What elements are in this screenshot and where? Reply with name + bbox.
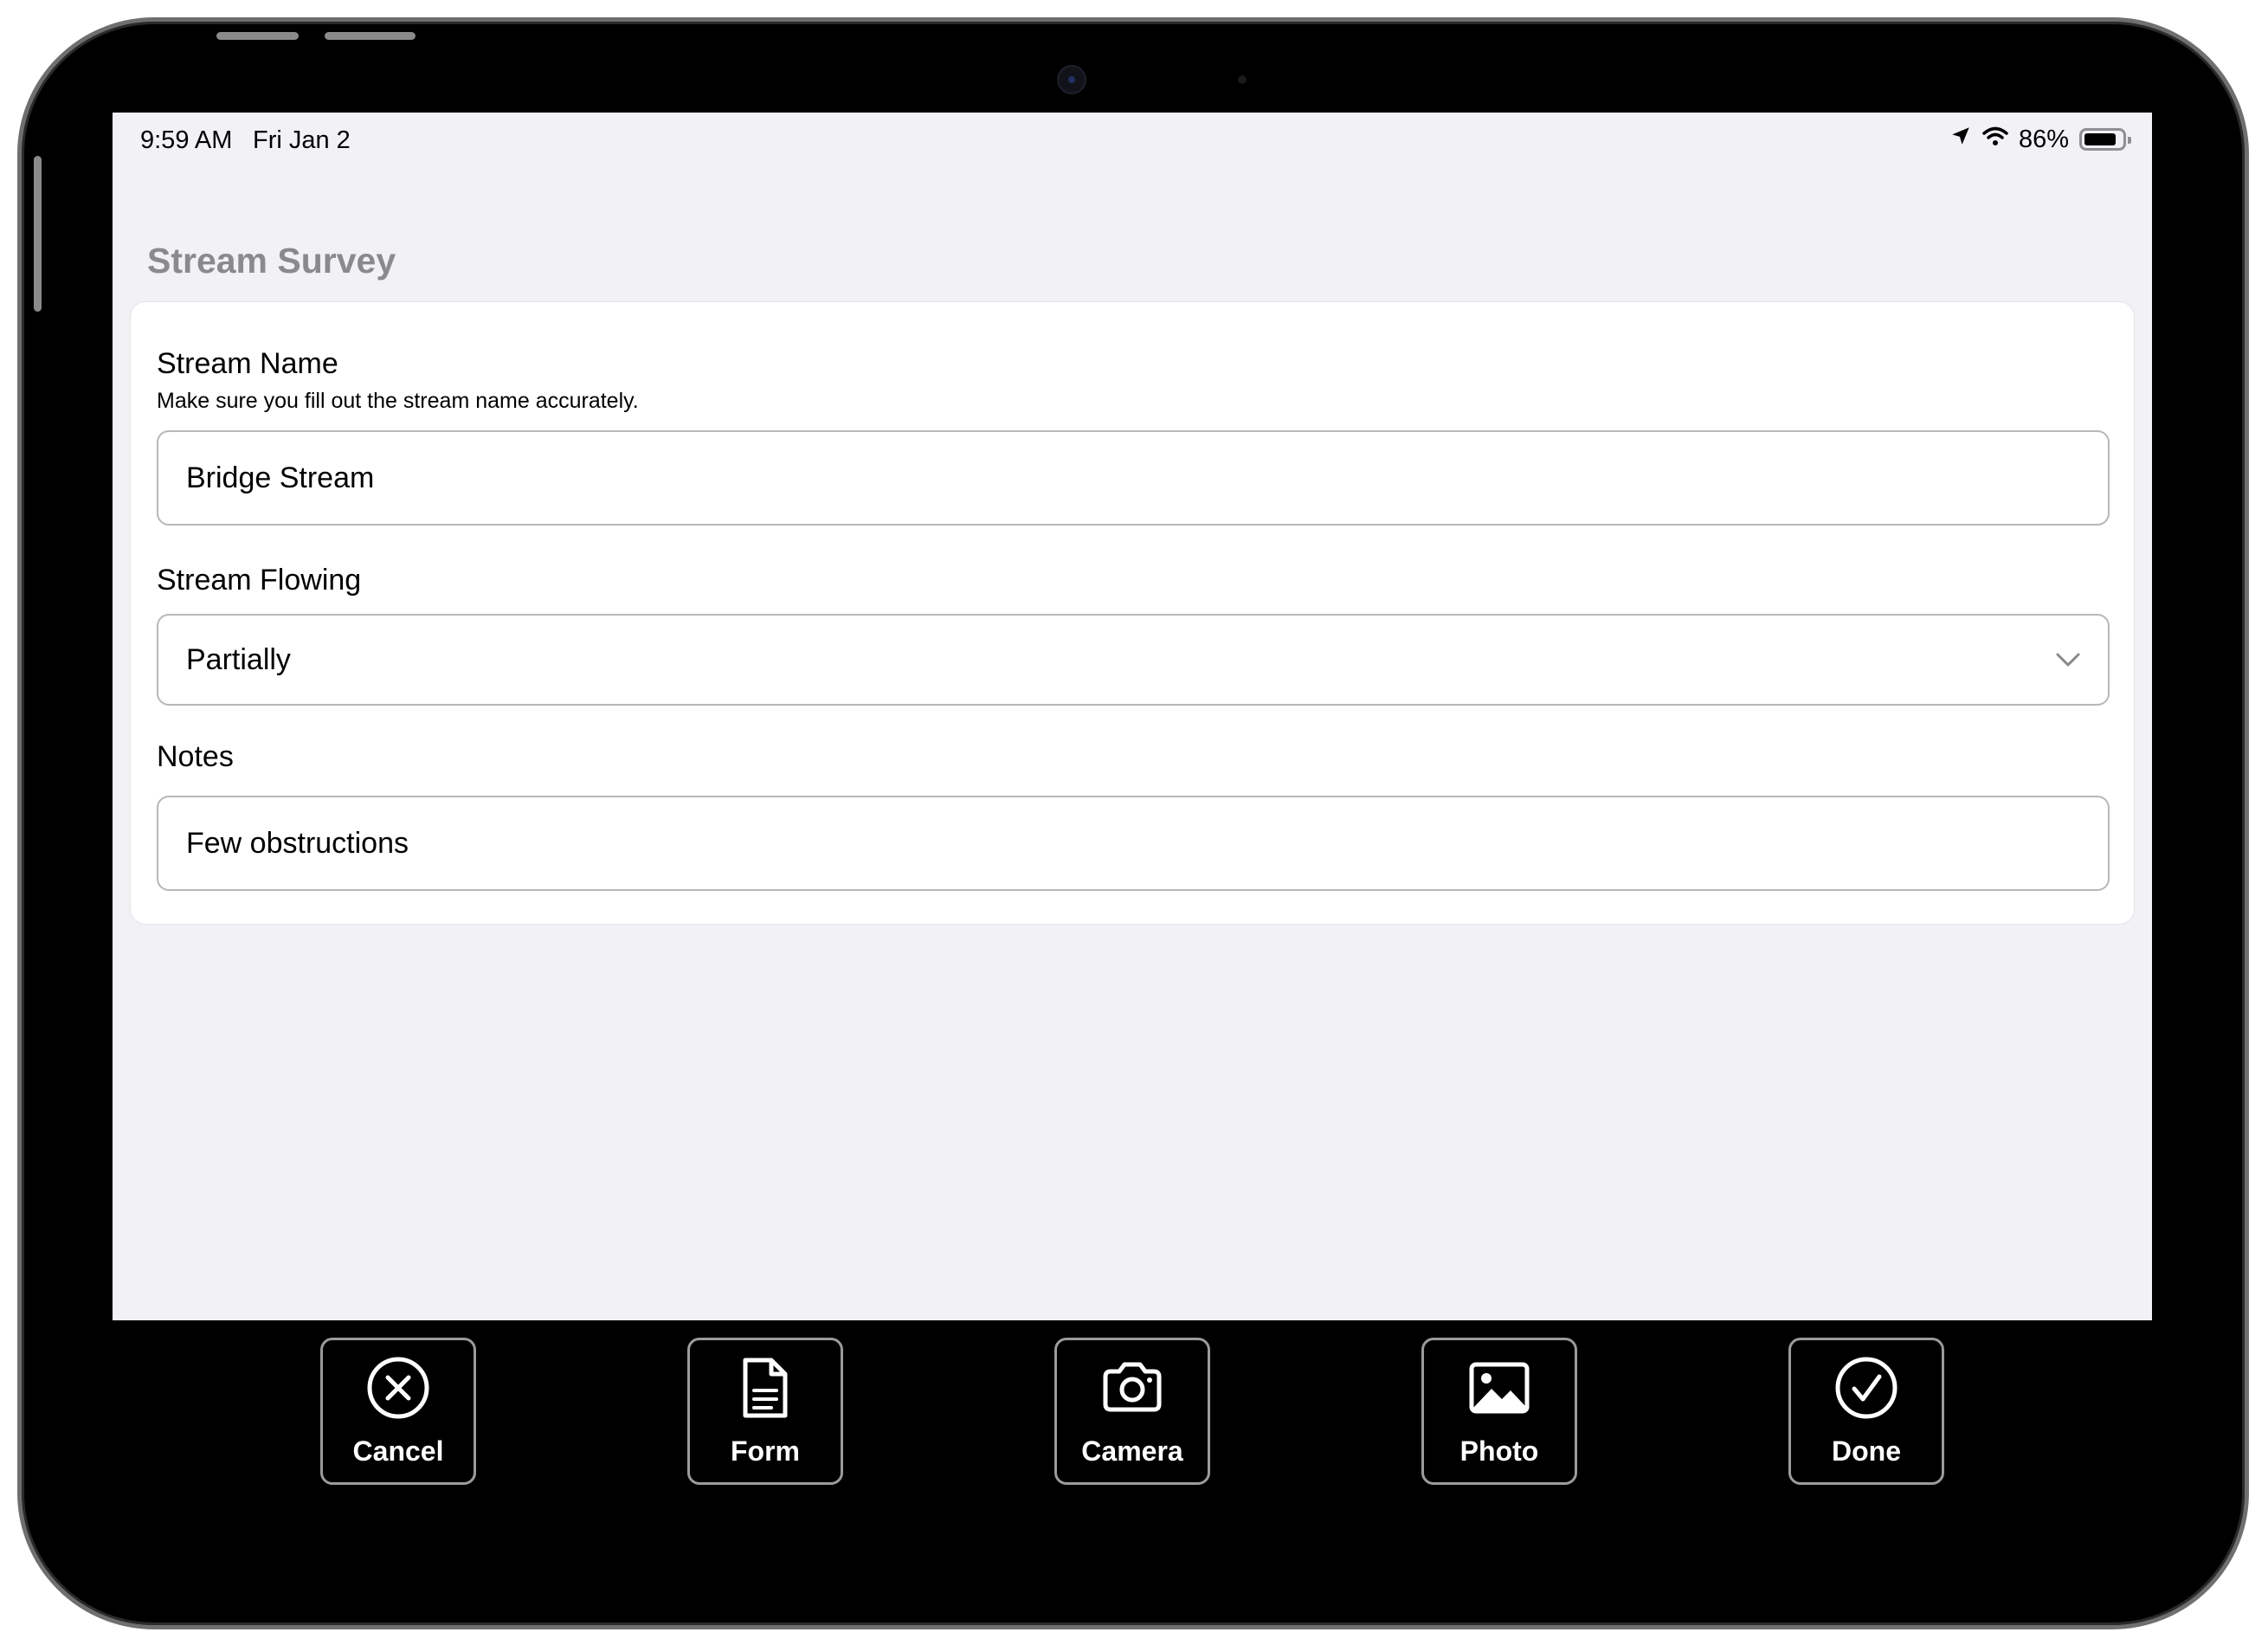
x-circle-icon [367,1357,429,1419]
photo-label: Photo [1459,1435,1539,1467]
wifi-icon [1982,126,2008,154]
stream-name-value: Bridge Stream [186,461,375,494]
camera-icon [1103,1362,1162,1412]
cancel-button[interactable]: Cancel [320,1338,476,1485]
stream-name-input[interactable]: Bridge Stream [157,430,2110,526]
form-label: Form [731,1435,800,1467]
done-button[interactable]: Done [1788,1338,1944,1485]
photo-icon [1469,1362,1530,1414]
form-button[interactable]: Form [687,1338,843,1485]
cancel-label: Cancel [352,1435,444,1467]
battery-fill [2084,133,2117,145]
notes-label: Notes [157,740,234,773]
done-label: Done [1832,1435,1901,1467]
status-date: Fri Jan 2 [253,126,351,154]
camera-label: Camera [1081,1435,1183,1467]
stream-flowing-select[interactable]: Partially [157,614,2110,706]
chevron-down-icon [2052,644,2084,675]
stream-name-label: Stream Name [157,347,338,380]
page-title: Stream Survey [147,241,396,281]
top-button-right [325,32,416,40]
battery-icon [2079,128,2131,151]
document-icon [743,1358,788,1418]
bottom-toolbar: Cancel Form Camera Photo Done [113,1320,2152,1493]
stream-flowing-label: Stream Flowing [157,564,362,597]
status-time: 9:59 AM [140,126,233,154]
status-indicators: 86% [1949,123,2131,156]
location-arrow-icon [1949,125,1972,154]
notes-input[interactable]: Few obstructions [157,796,2110,891]
notes-value: Few obstructions [186,826,409,860]
stream-flowing-value: Partially [186,642,291,676]
camera-button[interactable]: Camera [1054,1338,1210,1485]
sensor-icon [1238,75,1247,84]
screen: 9:59 AM Fri Jan 2 86% Stream Survey Stre… [113,113,2152,1320]
stream-name-help: Make sure you fill out the stream name a… [157,389,639,413]
top-button-left [216,32,299,40]
front-camera-icon [1057,65,1086,94]
battery-percent: 86% [2018,125,2069,153]
checkmark-circle-icon [1835,1357,1898,1419]
side-button [34,156,42,312]
form-card: Stream Name Make sure you fill out the s… [130,301,2135,925]
photo-button[interactable]: Photo [1421,1338,1577,1485]
status-bar: 9:59 AM Fri Jan 2 86% [113,113,2152,166]
